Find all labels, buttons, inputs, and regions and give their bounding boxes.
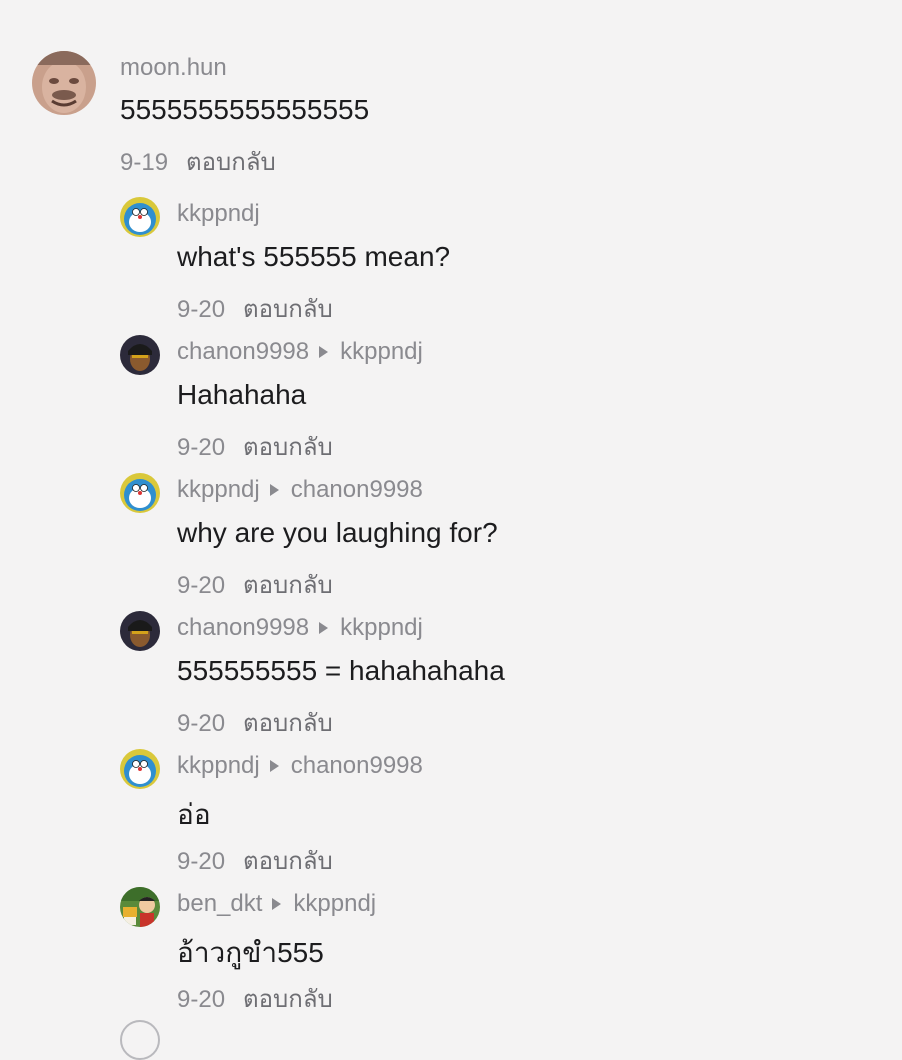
dark-portrait-avatar-icon: [120, 335, 160, 375]
comment-text: 555555555 = hahahahaha: [177, 655, 505, 686]
reply-arrow-icon: [269, 760, 279, 772]
comment-footer: 9-20 ตอบกลับ: [177, 841, 333, 880]
comment-text: อ่อ: [177, 799, 211, 830]
username[interactable]: ben_dkt: [177, 890, 262, 918]
reply-button[interactable]: ตอบกลับ: [243, 710, 333, 737]
comment-header: moon.hun: [120, 54, 227, 82]
comment-text: 5555555555555555: [120, 94, 370, 125]
comment-footer: 9-20 ตอบกลับ: [177, 289, 333, 328]
comment-date: 9-20: [177, 986, 226, 1013]
comment-footer: 9-20 ตอบกลับ: [177, 565, 333, 604]
comment-footer: 9-20 ตอบกลับ: [177, 427, 333, 466]
comment-header: kkppndj chanon9998: [177, 752, 423, 780]
comment-date: 9-20: [177, 434, 226, 461]
reply-button[interactable]: ตอบกลับ: [243, 848, 333, 875]
username[interactable]: moon.hun: [120, 54, 227, 82]
comment-date: 9-20: [177, 572, 226, 599]
comment-thread: moon.hun 5555555555555555 9-19 ตอบกลับ kk…: [0, 0, 902, 1060]
reply-arrow-icon: [272, 898, 282, 910]
comment-header: kkppndj: [177, 200, 260, 228]
comment-date: 9-20: [177, 848, 226, 875]
comment-header: chanon9998 kkppndj: [177, 614, 423, 642]
avatar[interactable]: [120, 611, 160, 651]
reply-arrow-icon: [319, 346, 329, 358]
avatar[interactable]: [120, 749, 160, 789]
reply-button[interactable]: ตอบกลับ: [243, 572, 333, 599]
reply-button[interactable]: ตอบกลับ: [243, 986, 333, 1013]
reply-to-username[interactable]: chanon9998: [291, 476, 423, 504]
comment-header: kkppndj chanon9998: [177, 476, 423, 504]
face-photo-avatar-icon: [32, 51, 96, 115]
comment-date: 9-20: [177, 296, 226, 323]
comment-text: อ้าวกูขำ555: [177, 937, 324, 968]
doraemon-avatar-icon: [120, 749, 160, 789]
reply-button[interactable]: ตอบกลับ: [186, 149, 276, 176]
reply-arrow-icon: [319, 622, 329, 634]
reply-arrow-icon: [269, 484, 279, 496]
comment-header: ben_dkt kkppndj: [177, 890, 376, 918]
comment-date: 9-19: [120, 149, 169, 176]
username[interactable]: kkppndj: [177, 476, 260, 504]
username[interactable]: kkppndj: [177, 752, 260, 780]
comment-header: chanon9998 kkppndj: [177, 338, 423, 366]
avatar[interactable]: [120, 473, 160, 513]
next-avatar-peek: [120, 1020, 160, 1060]
username[interactable]: chanon9998: [177, 338, 309, 366]
reply-to-username[interactable]: kkppndj: [293, 890, 376, 918]
comment-footer: 9-20 ตอบกลับ: [177, 703, 333, 742]
comment-text: Hahahaha: [177, 379, 307, 410]
avatar[interactable]: [32, 51, 96, 115]
comment-date: 9-20: [177, 710, 226, 737]
doraemon-avatar-icon: [120, 197, 160, 237]
comment-text: what's 555555 mean?: [177, 241, 451, 272]
reply-button[interactable]: ตอบกลับ: [243, 296, 333, 323]
reply-to-username[interactable]: kkppndj: [340, 338, 423, 366]
avatar[interactable]: [120, 887, 160, 927]
avatar[interactable]: [120, 197, 160, 237]
comment-footer: 9-20 ตอบกลับ: [177, 979, 333, 1018]
username[interactable]: kkppndj: [177, 200, 260, 228]
comment-text: why are you laughing for?: [177, 517, 498, 548]
dark-portrait-avatar-icon: [120, 611, 160, 651]
reply-to-username[interactable]: chanon9998: [291, 752, 423, 780]
username[interactable]: chanon9998: [177, 614, 309, 642]
cartoon-avatar-icon: [120, 887, 160, 927]
comment-footer: 9-19 ตอบกลับ: [120, 142, 276, 181]
reply-to-username[interactable]: kkppndj: [340, 614, 423, 642]
avatar[interactable]: [120, 335, 160, 375]
doraemon-avatar-icon: [120, 473, 160, 513]
reply-button[interactable]: ตอบกลับ: [243, 434, 333, 461]
